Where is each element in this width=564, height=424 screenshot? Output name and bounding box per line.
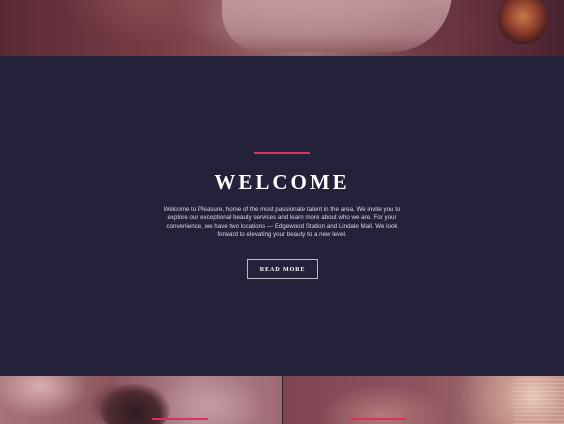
service-tile-massage[interactable]	[282, 376, 564, 424]
tile-accent-divider	[152, 418, 208, 420]
bamboo-mat-image	[514, 376, 564, 424]
towel-image	[222, 0, 452, 52]
tile-accent-divider	[350, 418, 406, 420]
welcome-title: WELCOME	[214, 170, 350, 194]
welcome-section: WELCOME Welcome to Pleasure, home of the…	[0, 56, 564, 376]
candle-image	[498, 0, 548, 44]
welcome-text: Welcome to Pleasure, home of the most pa…	[163, 206, 401, 239]
read-more-button[interactable]: READ MORE	[247, 259, 318, 279]
service-tile-facial[interactable]	[0, 376, 282, 424]
hero-image	[0, 0, 564, 56]
accent-divider	[254, 152, 310, 154]
